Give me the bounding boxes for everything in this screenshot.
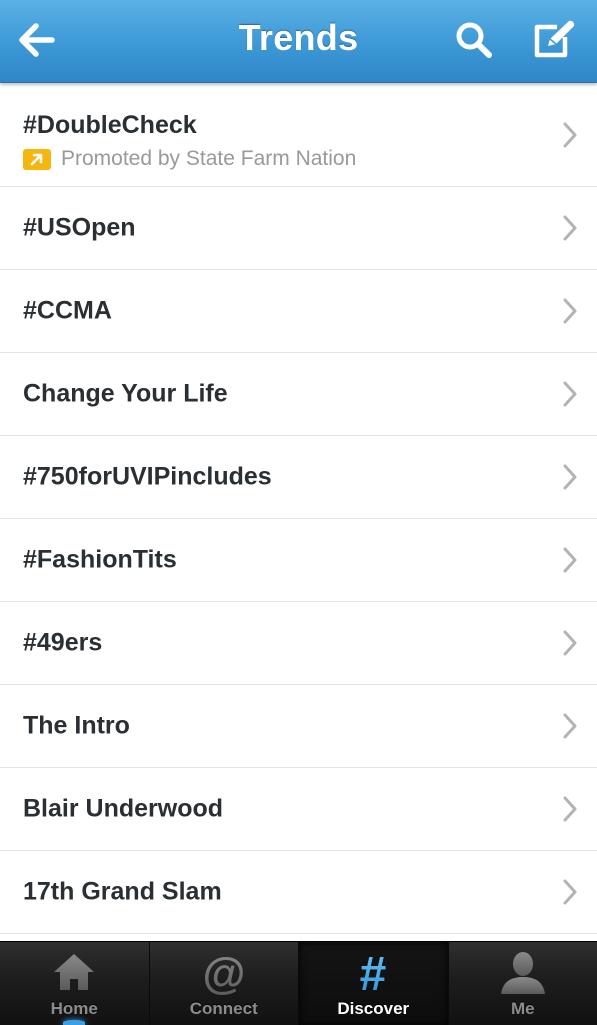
trend-name: #CCMA [23,297,112,326]
trend-name: #DoubleCheck [23,111,197,140]
trend-name: Blair Underwood [23,795,223,824]
compose-icon [531,19,577,61]
trend-name: #USOpen [23,214,136,243]
chevron-right-icon [563,547,577,573]
trend-name: 17th Grand Slam [23,878,222,907]
tab-label: Discover [299,999,448,1019]
chevron-right-icon [563,630,577,656]
new-content-indicator [63,1020,85,1025]
svg-text:#: # [360,950,387,996]
chevron-right-icon [563,464,577,490]
chevron-right-icon [563,879,577,905]
trend-item[interactable]: #750forUVIPincludes [0,436,597,519]
tab-bar: Home @ Connect # Discover [0,941,597,1025]
trend-list: #DoubleCheck Promoted by State Farm Nati… [0,83,597,934]
trend-item[interactable]: #49ers [0,602,597,685]
trend-name: Change Your Life [23,380,228,409]
search-button[interactable] [448,14,500,66]
trend-name: #49ers [23,629,102,658]
tab-me[interactable]: Me [448,942,597,1025]
trend-item[interactable]: #DoubleCheck Promoted by State Farm Nati… [0,83,597,187]
search-icon [455,21,493,59]
chevron-right-icon [563,713,577,739]
home-icon [50,950,98,994]
tab-label: Home [0,999,149,1019]
compose-button[interactable] [528,14,580,66]
trend-item[interactable]: 17th Grand Slam [0,851,597,934]
trend-name: #750forUVIPincludes [23,463,272,492]
chevron-right-icon [563,298,577,324]
tab-label: Me [449,999,597,1019]
chevron-right-icon [563,122,577,148]
svg-text:@: @ [202,950,245,996]
chevron-right-icon [563,381,577,407]
tab-discover[interactable]: # Discover [298,942,448,1025]
trend-item[interactable]: #CCMA [0,270,597,353]
tab-connect[interactable]: @ Connect [149,942,299,1025]
tab-home[interactable]: Home [0,942,149,1025]
chevron-right-icon [563,215,577,241]
chevron-right-icon [563,796,577,822]
person-icon [499,950,547,996]
trend-item[interactable]: #USOpen [0,187,597,270]
at-sign-icon: @ [200,950,248,996]
trend-item[interactable]: #FashionTits [0,519,597,602]
trend-item[interactable]: Blair Underwood [0,768,597,851]
trend-item[interactable]: The Intro [0,685,597,768]
trend-name: The Intro [23,712,130,741]
hashtag-icon: # [349,950,397,996]
promoted-label: Promoted by State Farm Nation [23,147,356,171]
tab-label: Connect [150,999,299,1019]
promoted-arrow-icon [23,149,51,170]
promoted-text: Promoted by State Farm Nation [61,147,356,171]
page-title: Trends [0,17,597,59]
trend-item[interactable]: Change Your Life [0,353,597,436]
navigation-bar: Trends [0,0,597,83]
trend-name: #FashionTits [23,546,177,575]
